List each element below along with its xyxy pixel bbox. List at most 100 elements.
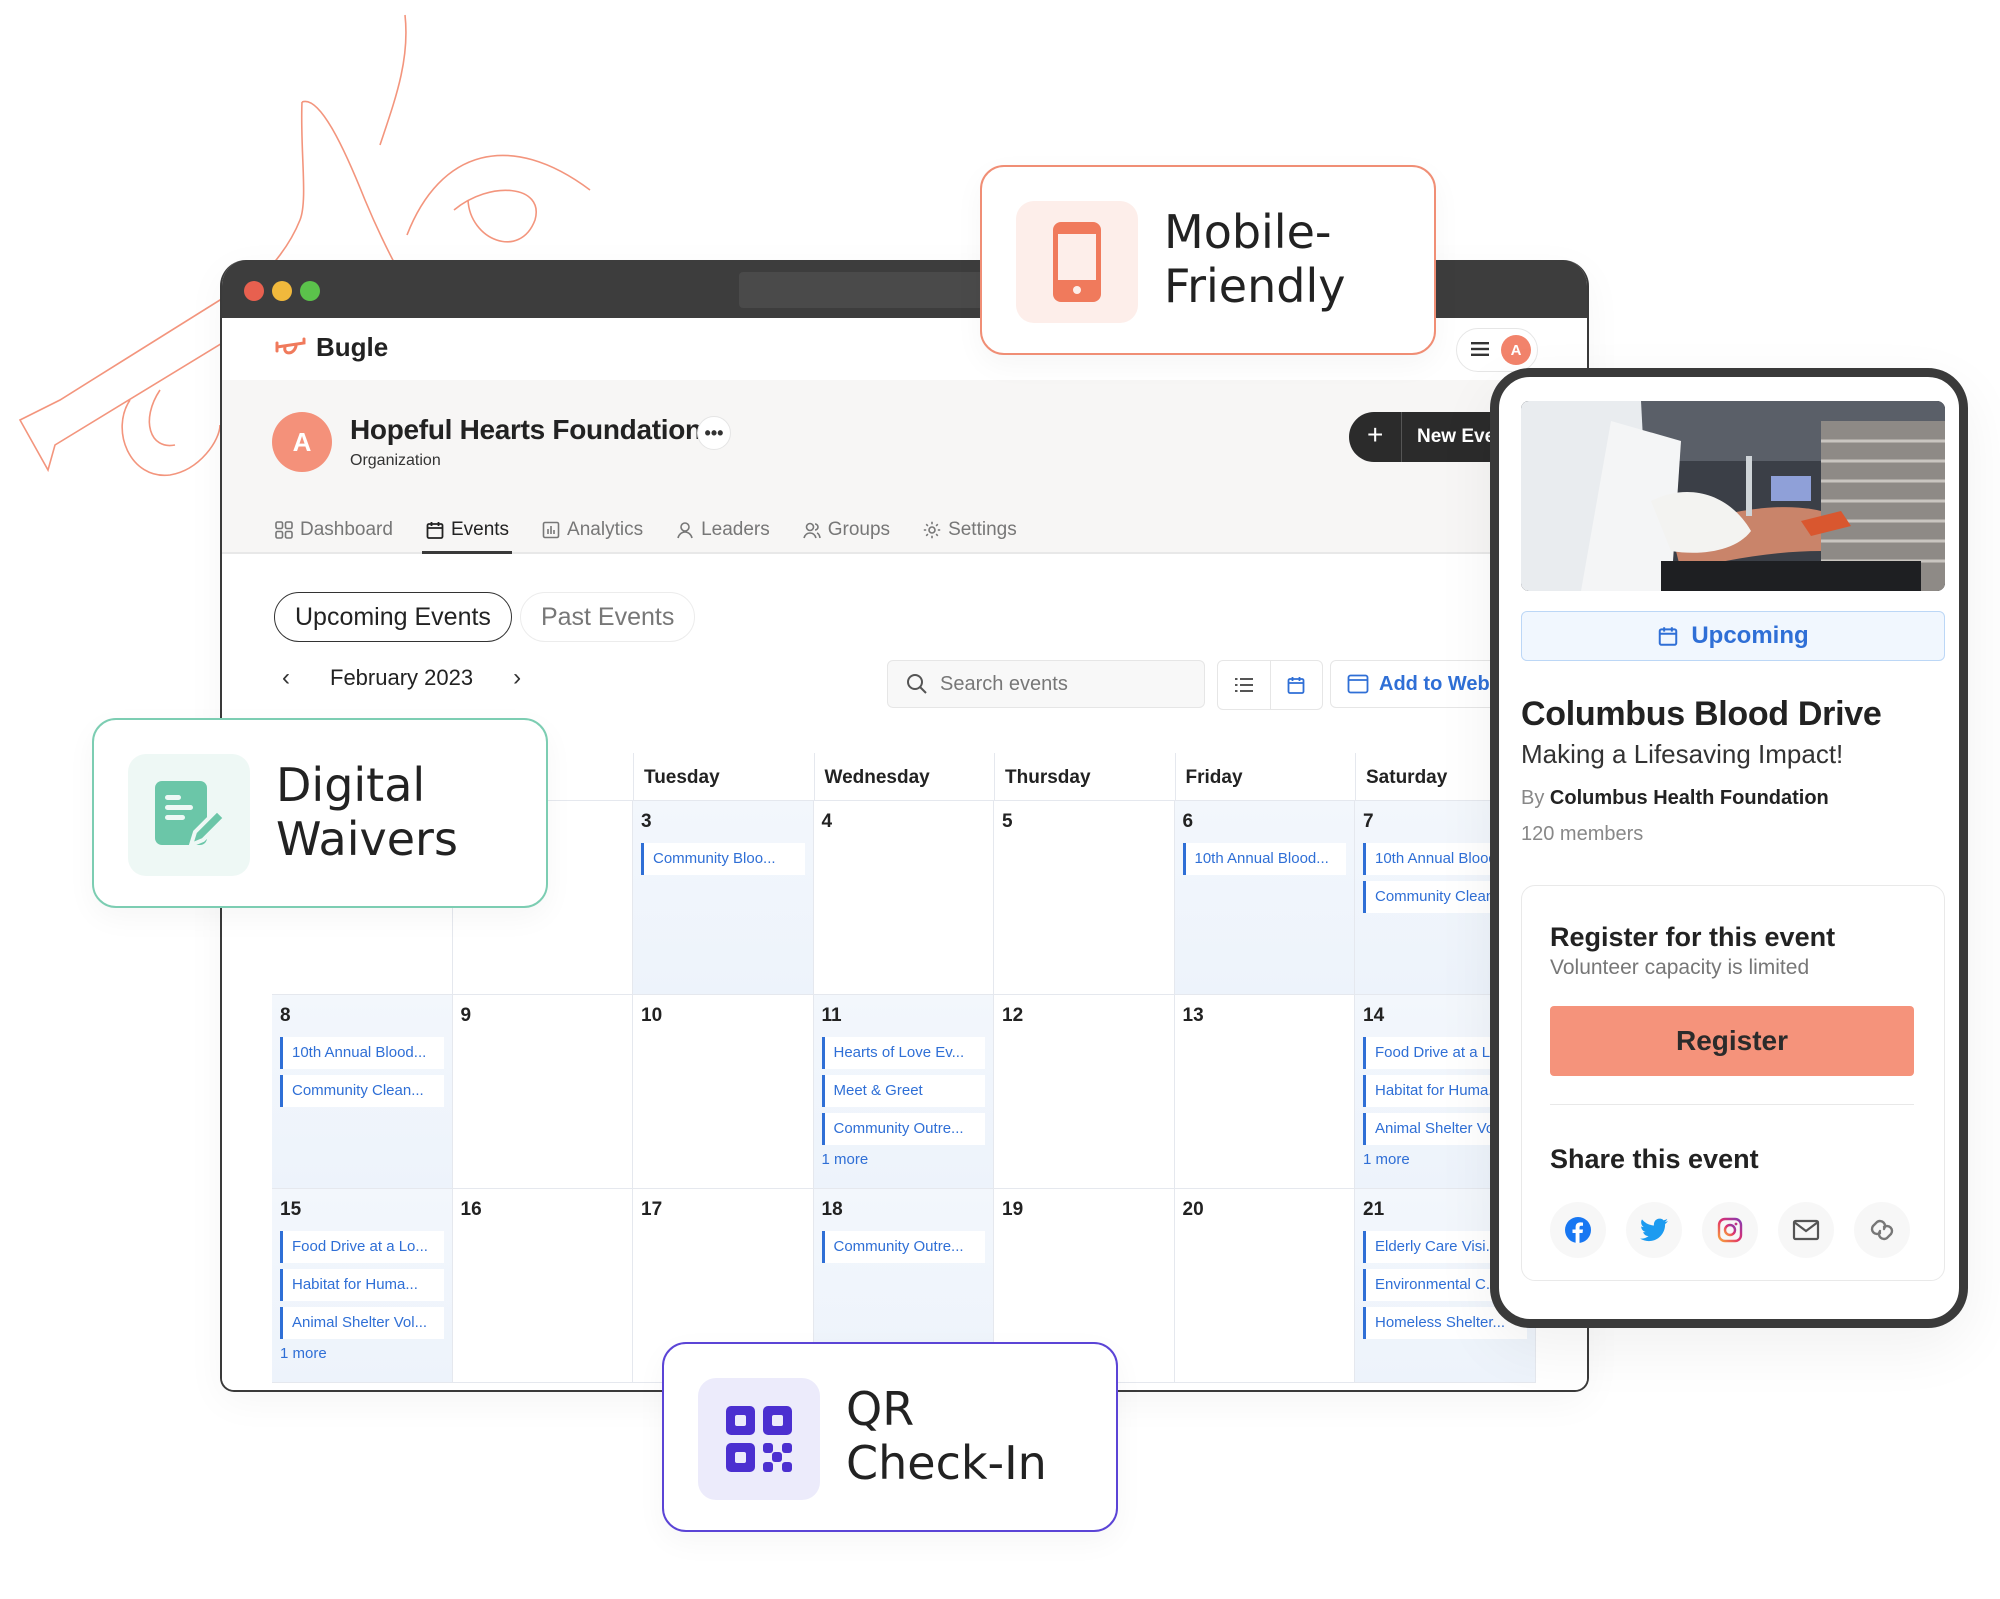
past-events-tab[interactable]: Past Events xyxy=(519,592,696,642)
calendar-day-cell[interactable]: 12 xyxy=(994,995,1175,1189)
calendar-event[interactable]: Habitat for Huma... xyxy=(280,1269,444,1301)
upcoming-events-tab[interactable]: Upcoming Events xyxy=(274,592,512,642)
tab-label: Groups xyxy=(827,519,891,540)
calendar-day-cell[interactable]: 10 xyxy=(633,995,814,1189)
tab-groups[interactable]: Groups xyxy=(802,512,890,548)
view-toggle xyxy=(1217,660,1323,710)
more-events-link[interactable]: 1 more xyxy=(822,1151,986,1168)
tab-label: Analytics xyxy=(567,519,644,540)
weekday-header: Friday xyxy=(1174,753,1355,801)
organizer-name[interactable]: Columbus Health Foundation xyxy=(1550,787,1829,809)
day-number: 9 xyxy=(460,1005,472,1026)
org-avatar: A xyxy=(272,412,332,472)
status-label: Upcoming xyxy=(1691,622,1809,649)
user-menu-button[interactable]: A xyxy=(1456,328,1538,372)
register-subtitle: Volunteer capacity is limited xyxy=(1550,956,1810,979)
search-events-input[interactable]: Search events xyxy=(887,660,1205,708)
previous-month-button[interactable]: ‹ xyxy=(282,664,290,692)
twitter-icon xyxy=(1640,1218,1668,1242)
calendar-event[interactable]: Community Bloo... xyxy=(641,843,805,875)
calendar-event[interactable]: Community Outre... xyxy=(821,1231,985,1263)
day-number: 16 xyxy=(460,1199,482,1220)
calendar-icon xyxy=(1287,677,1305,694)
user-icon xyxy=(677,522,693,539)
feature-card-mobile-friendly: Mobile- Friendly xyxy=(980,165,1436,355)
gear-icon xyxy=(923,521,941,539)
blood-drive-photo xyxy=(1521,401,1945,591)
calendar-day-cell[interactable]: 11 Hearts of Love Ev... Meet & Greet Commun… xyxy=(813,995,994,1189)
calendar-day-cell[interactable]: 9 xyxy=(452,995,633,1189)
share-instagram-button[interactable] xyxy=(1702,1202,1758,1258)
org-name: Hopeful Hearts Foundation xyxy=(350,414,702,445)
calendar-day-cell[interactable]: 13 xyxy=(1174,995,1355,1189)
share-buttons xyxy=(1550,1202,1910,1258)
day-number: 4 xyxy=(821,811,833,832)
share-twitter-button[interactable] xyxy=(1626,1202,1682,1258)
tab-analytics[interactable]: Analytics xyxy=(541,512,643,548)
users-icon xyxy=(802,522,821,539)
calendar-day-cell[interactable]: 6 10th Annual Blood... xyxy=(1174,801,1355,995)
feature-icon-box xyxy=(698,1378,820,1500)
event-status-badge: Upcoming xyxy=(1521,611,1945,661)
tab-label: Events xyxy=(450,519,510,540)
feature-title: Digital Waivers xyxy=(276,758,458,866)
feature-title-line: Waivers xyxy=(276,812,458,866)
mobile-event-preview: Upcoming Columbus Blood Drive Making a L… xyxy=(1490,368,1968,1328)
calendar-day-cell[interactable]: 4 xyxy=(813,801,994,995)
calendar-event[interactable]: Food Drive at a Lo... xyxy=(280,1231,444,1263)
org-tabs: Dashboard Events Analytics Leaders Group… xyxy=(274,512,1017,554)
calendar-event[interactable]: Community Clean... xyxy=(280,1075,444,1107)
search-icon xyxy=(907,674,927,694)
bugle-logo-icon xyxy=(275,337,306,354)
event-organizer: By Columbus Health Foundation xyxy=(1521,787,1829,810)
org-more-button[interactable]: ••• xyxy=(697,416,731,450)
search-placeholder: Search events xyxy=(940,672,1068,695)
next-month-button[interactable]: › xyxy=(513,664,521,692)
copy-link-button[interactable] xyxy=(1854,1202,1910,1258)
divider xyxy=(1550,1104,1914,1105)
day-number: 15 xyxy=(280,1199,302,1220)
tab-dashboard[interactable]: Dashboard xyxy=(274,512,393,548)
calendar-day-cell[interactable]: 8 10th Annual Blood... Community Clean... xyxy=(272,995,453,1189)
day-number: 17 xyxy=(641,1199,663,1220)
window-maximize-button[interactable] xyxy=(300,281,320,301)
smartphone-icon xyxy=(1053,222,1101,302)
tab-events[interactable]: Events xyxy=(421,512,513,554)
calendar-day-cell[interactable]: 15 Food Drive at a Lo... Habitat for Huma.… xyxy=(272,1189,453,1383)
bugle-logo[interactable]: Bugle xyxy=(274,332,388,363)
register-button[interactable]: Register xyxy=(1550,1006,1914,1076)
calendar-event[interactable]: 10th Annual Blood... xyxy=(280,1037,444,1069)
tab-leaders[interactable]: Leaders xyxy=(675,512,770,548)
calendar-icon xyxy=(1659,627,1678,646)
calendar-event[interactable]: Hearts of Love Ev... xyxy=(821,1037,985,1069)
facebook-icon xyxy=(1565,1217,1591,1243)
feature-title-line: Friendly xyxy=(1164,259,1346,313)
share-facebook-button[interactable] xyxy=(1550,1202,1606,1258)
day-number: 18 xyxy=(821,1199,843,1220)
calendar-event[interactable]: Community Outre... xyxy=(821,1113,985,1145)
calendar-event[interactable]: Meet & Greet xyxy=(821,1075,985,1107)
day-number: 5 xyxy=(1002,811,1013,832)
app-name: Bugle xyxy=(316,332,389,362)
calendar-day-cell[interactable]: 16 xyxy=(452,1189,633,1383)
plus-icon: + xyxy=(1367,419,1384,450)
feature-title-line: Check-In xyxy=(846,1436,1047,1490)
calendar-view-button[interactable] xyxy=(1269,661,1323,709)
list-view-button[interactable] xyxy=(1218,661,1270,709)
tab-settings[interactable]: Settings xyxy=(922,512,1017,548)
calendar-event[interactable]: 10th Annual Blood... xyxy=(1182,843,1346,875)
share-email-button[interactable] xyxy=(1778,1202,1834,1258)
calendar-day-cell[interactable]: 3 Community Bloo... xyxy=(633,801,814,995)
mail-icon xyxy=(1792,1219,1820,1241)
org-header: A Hopeful Hearts Foundation ••• Organiza… xyxy=(222,380,1587,554)
window-minimize-button[interactable] xyxy=(272,281,292,301)
window-close-button[interactable] xyxy=(244,281,264,301)
calendar-event[interactable]: Animal Shelter Vol... xyxy=(280,1307,444,1339)
day-number: 12 xyxy=(1002,1005,1024,1026)
tab-label: Settings xyxy=(948,519,1017,540)
list-icon xyxy=(1234,678,1253,692)
more-events-link[interactable]: 1 more xyxy=(280,1345,444,1362)
calendar-day-cell[interactable]: 20 xyxy=(1174,1189,1355,1383)
calendar-day-cell[interactable]: 5 xyxy=(994,801,1175,995)
day-number: 3 xyxy=(641,811,652,832)
